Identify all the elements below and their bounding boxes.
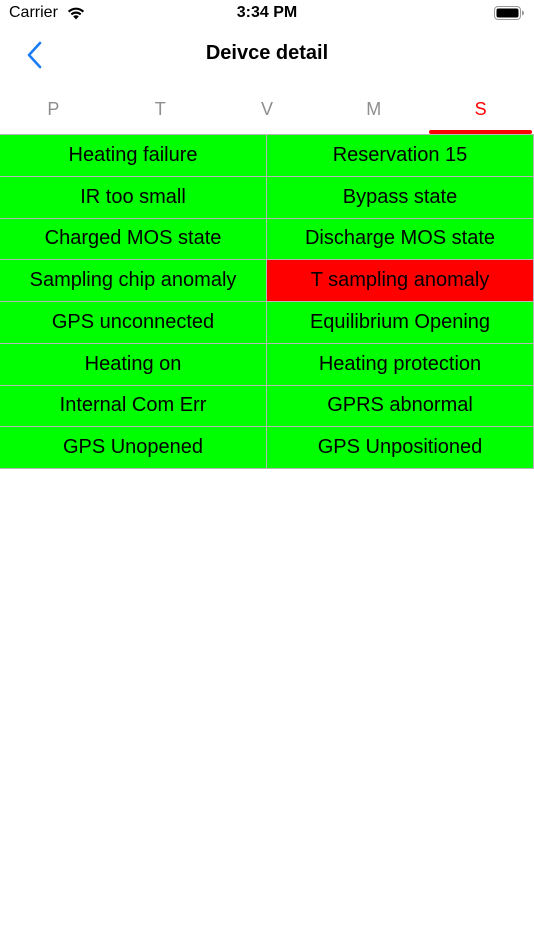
status-cell: T sampling anomaly <box>267 260 534 302</box>
tab-p[interactable]: P <box>0 88 107 134</box>
status-cell: Heating protection <box>267 343 534 386</box>
status-cell: Internal Com Err <box>0 385 267 428</box>
tab-label: M <box>366 99 382 119</box>
status-bar: Carrier 3:34 PM <box>0 0 534 30</box>
page-title: Deivce detail <box>205 42 329 64</box>
status-cell: Bypass state <box>267 176 534 219</box>
category-tabs: P T V M S <box>0 88 534 134</box>
battery-icon <box>494 6 525 20</box>
status-cell: GPS unconnected <box>0 302 267 344</box>
status-cell: GPS Unpositioned <box>267 427 534 469</box>
tab-m[interactable]: M <box>320 88 427 134</box>
tab-label: V <box>260 99 273 119</box>
tab-label: T <box>154 99 166 119</box>
status-grid: Heating failure Reservation 15 IR too sm… <box>0 134 534 469</box>
status-cell: Discharge MOS state <box>267 218 534 261</box>
status-cell: GPS Unopened <box>0 427 267 469</box>
status-cell: Reservation 15 <box>267 135 534 177</box>
tab-label: S <box>474 99 487 119</box>
tab-label: P <box>47 99 60 119</box>
status-cell: Charged MOS state <box>0 218 267 261</box>
status-time: 3:34 PM <box>236 4 298 21</box>
status-cell: Sampling chip anomaly <box>0 260 267 302</box>
status-cell: Heating on <box>0 343 267 386</box>
navigation-bar: Deivce detail <box>0 30 534 80</box>
status-cell: IR too small <box>0 176 267 219</box>
status-cell: Equilibrium Opening <box>267 302 534 344</box>
tab-s[interactable]: S <box>427 88 534 134</box>
status-cell: Heating failure <box>0 135 267 177</box>
tab-v[interactable]: V <box>214 88 321 134</box>
tab-t[interactable]: T <box>107 88 214 134</box>
status-cell: GPRS abnormal <box>267 385 534 428</box>
